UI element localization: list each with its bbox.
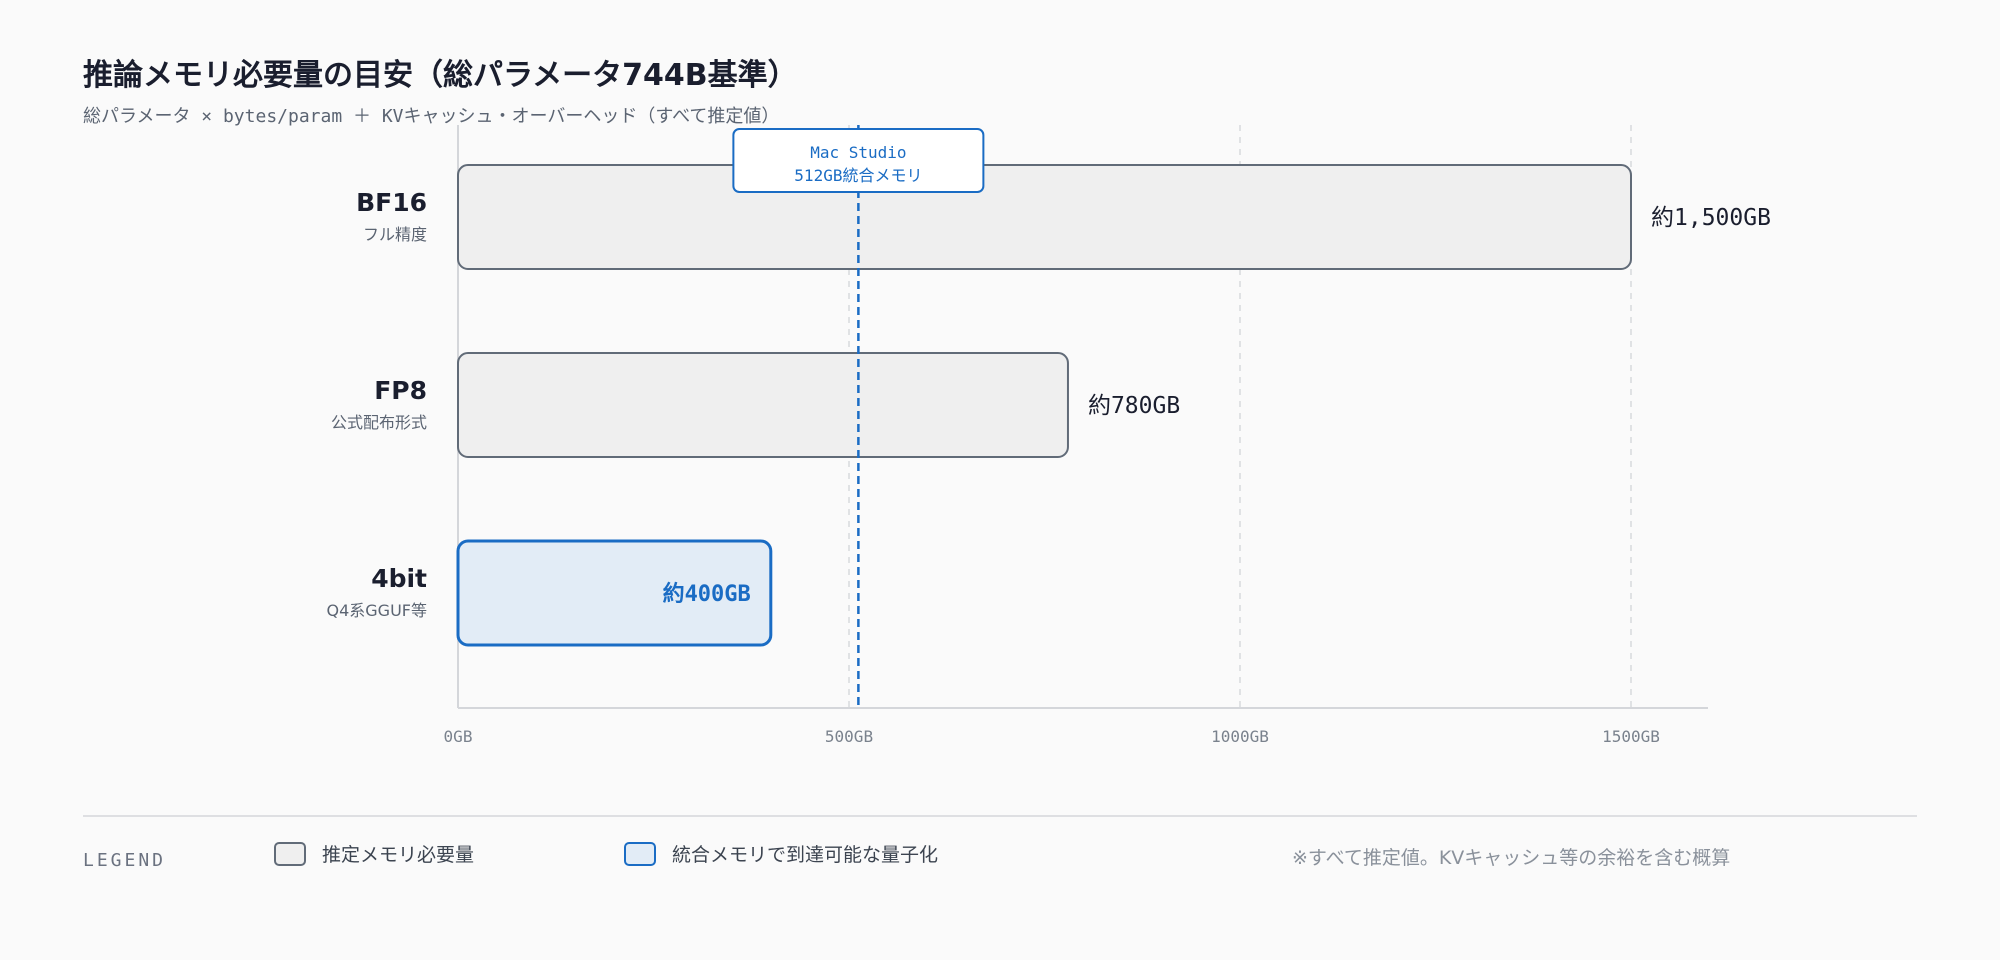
value-label: 約1,500GB xyxy=(1651,205,1771,231)
legend-label-quantized: 統合メモリで到達可能な量子化 xyxy=(672,844,939,866)
footnote: ※すべて推定値。KVキャッシュ等の余裕を含む概算 xyxy=(1292,847,1731,869)
legend-divider xyxy=(83,815,1917,817)
legend-heading: LEGEND xyxy=(83,850,167,871)
bar xyxy=(457,164,1632,270)
chart-page: 推論メモリ必要量の目安（総パラメータ744B基準） 総パラメータ × bytes… xyxy=(0,0,2000,960)
value-label: 約400GB xyxy=(663,581,751,607)
bar-chart: 0GB 500GB 1000GB 1500GB BF16 フル精度 約1,500GB FP8 公… xyxy=(327,125,1771,746)
legend-swatch-quantized xyxy=(624,841,656,866)
reference-label-text: Mac Studio xyxy=(810,143,906,162)
x-tick-label: 1500GB xyxy=(1602,727,1660,746)
category-label: FP8 xyxy=(374,376,427,405)
value-label: 約780GB xyxy=(1088,393,1180,419)
category-sublabel: 公式配布形式 xyxy=(331,413,427,432)
category-label: BF16 xyxy=(356,188,427,217)
x-tick-label: 1000GB xyxy=(1211,727,1269,746)
legend-label-estimate: 推定メモリ必要量 xyxy=(322,844,475,866)
bar xyxy=(457,352,1069,458)
x-tick-label: 0GB xyxy=(444,727,473,746)
reference-label-text: 512GB統合メモリ xyxy=(794,166,922,185)
category-label: 4bit xyxy=(371,564,427,593)
legend-item-estimate: 推定メモリ必要量 xyxy=(274,840,474,867)
legend-swatch-estimate xyxy=(274,841,306,866)
x-tick-label: 500GB xyxy=(825,727,873,746)
category-sublabel: Q4系GGUF等 xyxy=(327,601,428,620)
category-sublabel: フル精度 xyxy=(363,225,427,244)
legend-item-quantized: 統合メモリで到達可能な量子化 xyxy=(624,840,938,867)
